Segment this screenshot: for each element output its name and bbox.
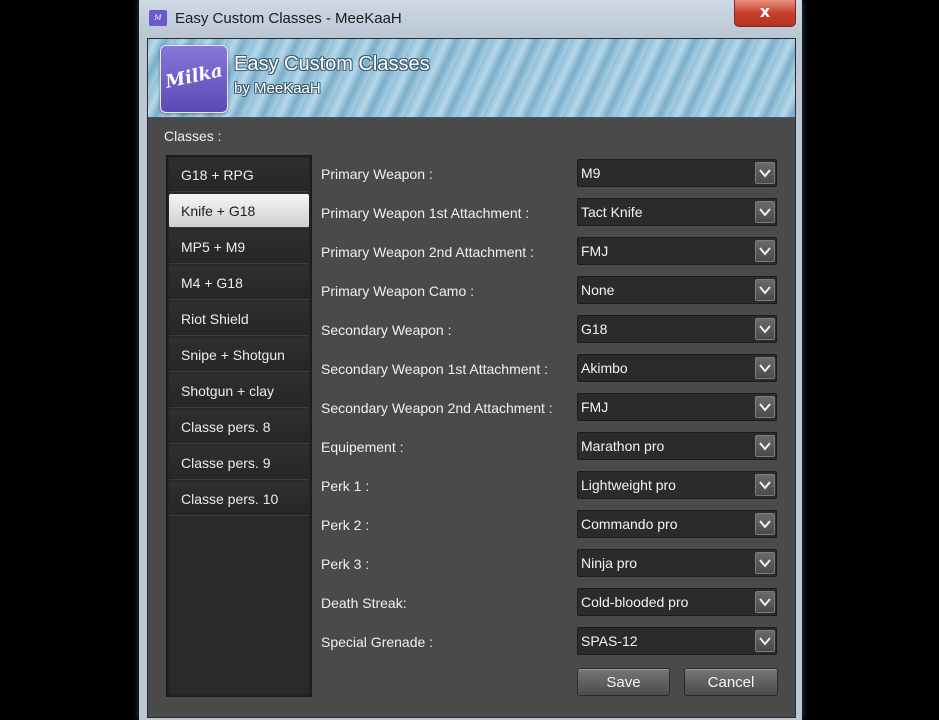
special-grenade-value: SPAS-12 (581, 633, 638, 649)
primary-weapon-value: M9 (581, 165, 601, 181)
header-title: Easy Custom Classes (234, 53, 430, 75)
death-streak-label: Death Streak: (321, 595, 407, 611)
death-streak-value: Cold-blooded pro (581, 594, 689, 610)
primary-attachment-2-select[interactable]: FMJ (577, 237, 777, 265)
secondary-attachment-2-label: Secondary Weapon 2nd Attachment : (321, 400, 553, 416)
primary-attachment-1-value: Tact Knife (581, 204, 643, 220)
class-item[interactable]: G18 + RPG (169, 158, 309, 192)
chevron-down-icon[interactable] (755, 240, 775, 262)
secondary-attachment-2-select[interactable]: FMJ (577, 393, 777, 421)
perk-1-select[interactable]: Lightweight pro (577, 471, 777, 499)
app-window: M Easy Custom Classes - MeeKaaH x Milka … (139, 0, 802, 720)
chevron-down-icon[interactable] (755, 513, 775, 535)
app-icon: M (149, 10, 167, 26)
perk-1-value: Lightweight pro (581, 477, 676, 493)
chevron-down-icon[interactable] (755, 201, 775, 223)
primary-weapon-select[interactable]: M9 (577, 159, 777, 187)
primary-weapon-label: Primary Weapon : (321, 166, 433, 182)
class-item[interactable]: Classe pers. 9 (169, 446, 309, 480)
class-item[interactable]: M4 + G18 (169, 266, 309, 300)
logo-text: Milka (163, 60, 225, 93)
secondary-weapon-select[interactable]: G18 (577, 315, 777, 343)
chevron-down-icon[interactable] (755, 474, 775, 496)
special-grenade-label: Special Grenade : (321, 634, 434, 650)
equipment-select[interactable]: Marathon pro (577, 432, 777, 460)
chevron-down-icon[interactable] (755, 396, 775, 418)
equipment-label: Equipement : (321, 439, 404, 455)
special-grenade-select[interactable]: SPAS-12 (577, 627, 777, 655)
milka-logo: Milka (160, 45, 228, 113)
primary-camo-value: None (581, 282, 615, 298)
header-banner: Milka Easy Custom Classes by MeeKaaH (148, 39, 795, 118)
title-bar[interactable]: M Easy Custom Classes - MeeKaaH x (139, 0, 802, 38)
class-item[interactable]: Classe pers. 10 (169, 482, 309, 516)
class-item-selected[interactable]: Knife + G18 (169, 194, 309, 228)
primary-attachment-2-value: FMJ (581, 243, 609, 259)
chevron-down-icon[interactable] (755, 630, 775, 652)
perk-2-select[interactable]: Commando pro (577, 510, 777, 538)
cancel-button[interactable]: Cancel (684, 668, 778, 696)
secondary-attachment-1-value: Akimbo (581, 360, 628, 376)
primary-camo-select[interactable]: None (577, 276, 777, 304)
primary-attachment-1-select[interactable]: Tact Knife (577, 198, 777, 226)
chevron-down-icon[interactable] (755, 357, 775, 379)
perk-3-value: Ninja pro (581, 555, 638, 571)
equipment-value: Marathon pro (581, 438, 665, 454)
primary-attachment-1-label: Primary Weapon 1st Attachment : (321, 205, 530, 221)
class-item[interactable]: Shotgun + clay (169, 374, 309, 408)
secondary-attachment-2-value: FMJ (581, 399, 609, 415)
perk-2-label: Perk 2 : (321, 517, 370, 533)
secondary-attachment-1-label: Secondary Weapon 1st Attachment : (321, 361, 548, 377)
death-streak-select[interactable]: Cold-blooded pro (577, 588, 777, 616)
chevron-down-icon[interactable] (755, 318, 775, 340)
secondary-attachment-1-select[interactable]: Akimbo (577, 354, 777, 382)
chevron-down-icon[interactable] (755, 435, 775, 457)
client-area: Milka Easy Custom Classes by MeeKaaH Cla… (147, 38, 796, 718)
chevron-down-icon[interactable] (755, 552, 775, 574)
secondary-weapon-value: G18 (581, 321, 608, 337)
screen: M Easy Custom Classes - MeeKaaH x Milka … (0, 0, 939, 720)
class-item[interactable]: Snipe + Shotgun (169, 338, 309, 372)
chevron-down-icon[interactable] (755, 279, 775, 301)
class-item[interactable]: Classe pers. 8 (169, 410, 309, 444)
class-item[interactable]: Riot Shield (169, 302, 309, 336)
chevron-down-icon[interactable] (755, 591, 775, 613)
secondary-weapon-label: Secondary Weapon : (321, 322, 452, 338)
classes-label: Classes : (164, 128, 222, 144)
save-button[interactable]: Save (577, 668, 670, 696)
primary-camo-label: Primary Weapon Camo : (321, 283, 475, 299)
chevron-down-icon[interactable] (755, 162, 775, 184)
perk-3-label: Perk 3 : (321, 556, 370, 572)
close-button[interactable]: x (734, 0, 796, 27)
perk-1-label: Perk 1 : (321, 478, 370, 494)
perk-2-value: Commando pro (581, 516, 678, 532)
primary-attachment-2-label: Primary Weapon 2nd Attachment : (321, 244, 534, 260)
class-item[interactable]: MP5 + M9 (169, 230, 309, 264)
window-title: Easy Custom Classes - MeeKaaH (175, 10, 402, 27)
header-subtitle: by MeeKaaH (234, 80, 321, 97)
perk-3-select[interactable]: Ninja pro (577, 549, 777, 577)
class-list[interactable]: G18 + RPG Knife + G18 MP5 + M9 M4 + G18 … (166, 155, 312, 697)
